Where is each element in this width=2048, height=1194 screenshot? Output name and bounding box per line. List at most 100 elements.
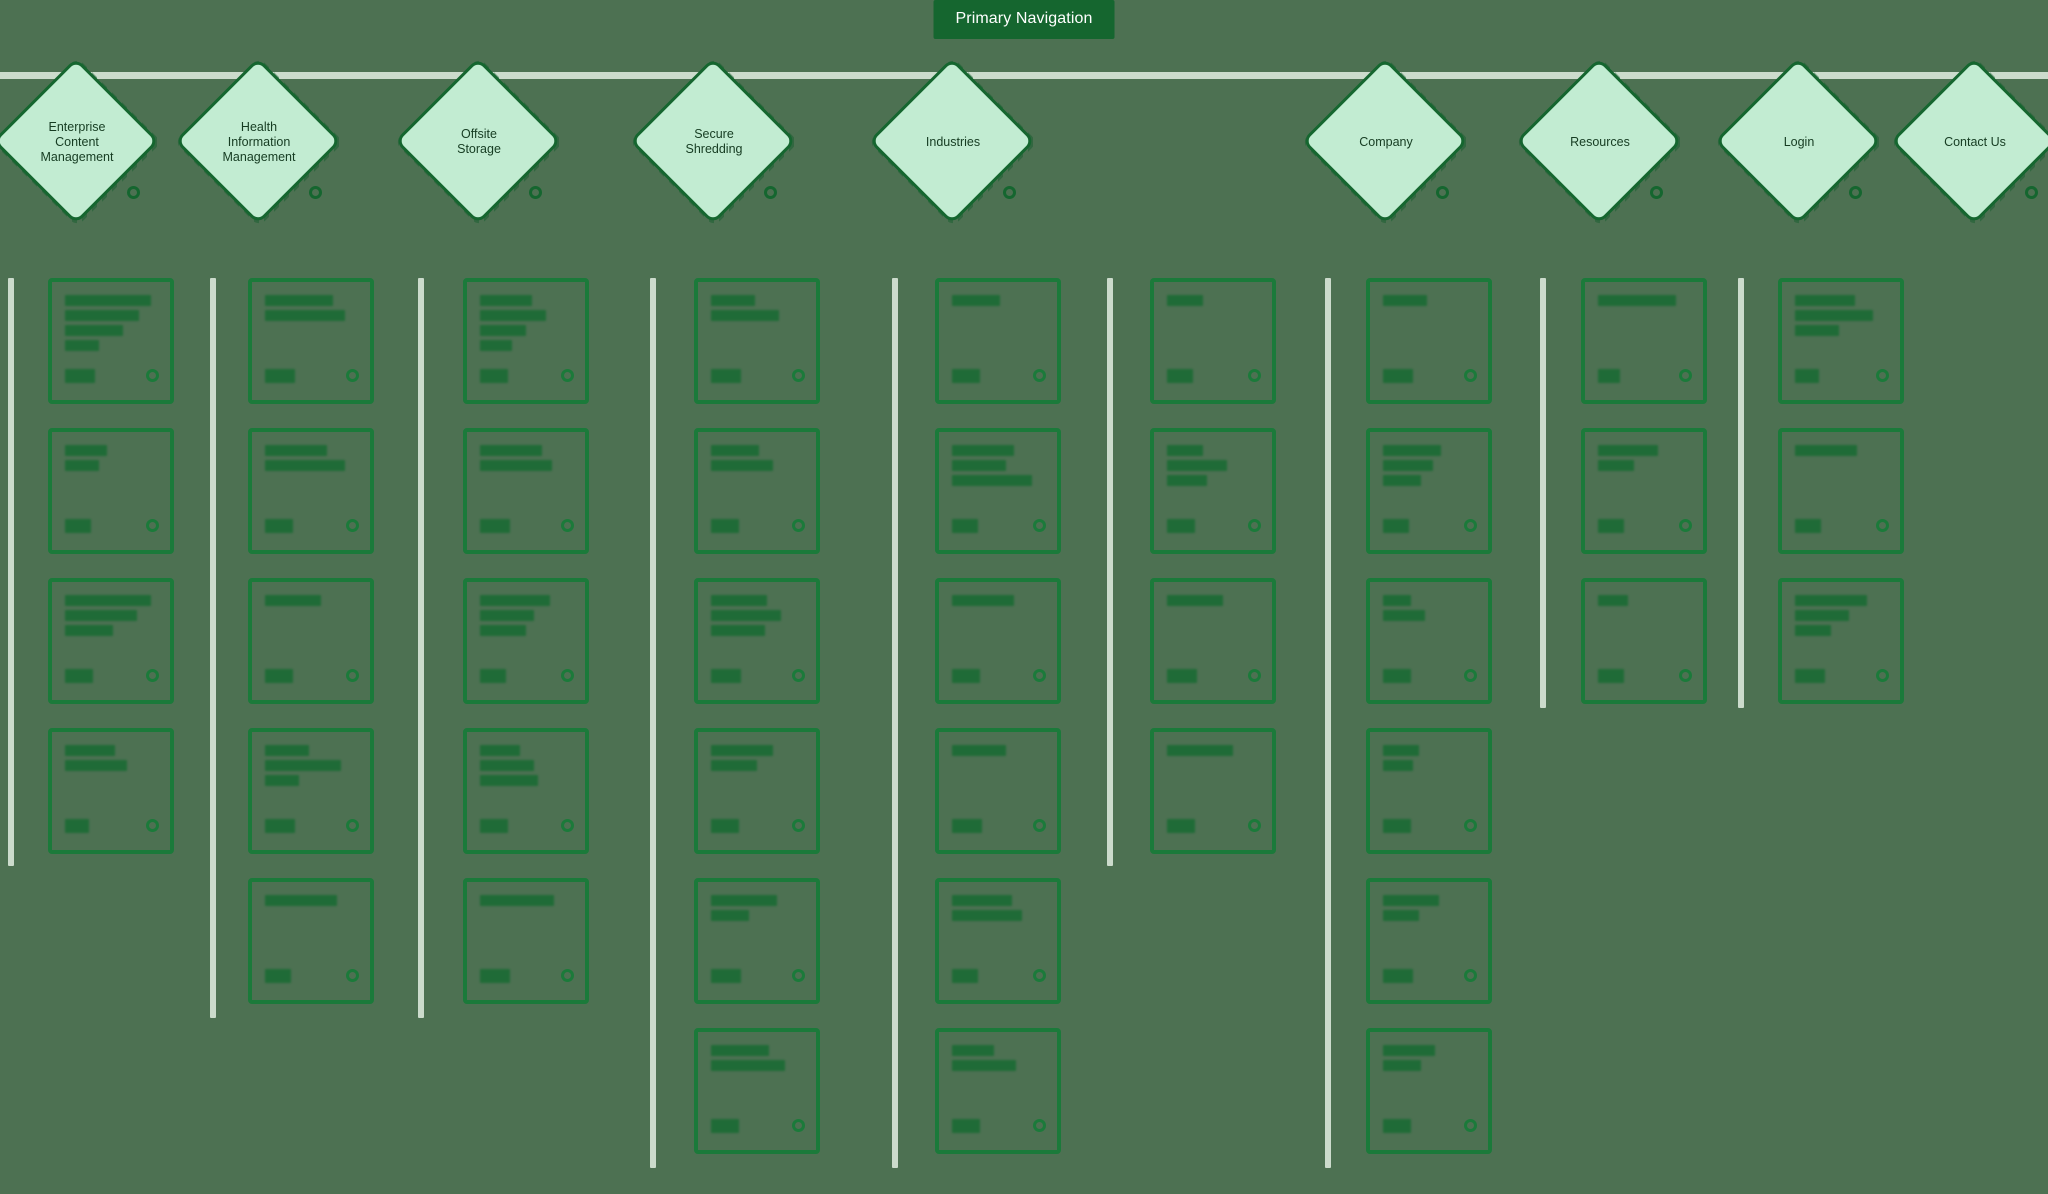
info-circle-icon[interactable] [146,369,159,382]
info-circle-icon[interactable] [1464,819,1477,832]
page-card[interactable] [248,578,374,704]
page-card[interactable] [463,878,589,1004]
nav-node-company[interactable]: Company [1301,57,1471,227]
page-card[interactable] [1581,278,1707,404]
info-circle-icon[interactable] [346,519,359,532]
nav-node-resources[interactable]: Resources [1515,57,1685,227]
info-circle-icon[interactable] [1248,369,1261,382]
info-circle-icon[interactable] [1876,669,1889,682]
info-circle-icon[interactable] [1464,969,1477,982]
info-circle-icon[interactable] [1003,186,1016,199]
page-card[interactable] [935,578,1061,704]
info-circle-icon[interactable] [1248,819,1261,832]
page-card[interactable] [1778,578,1904,704]
page-card[interactable] [1366,278,1492,404]
info-circle-icon[interactable] [127,186,140,199]
page-card[interactable] [694,578,820,704]
page-card[interactable] [1778,278,1904,404]
info-circle-icon[interactable] [346,969,359,982]
info-circle-icon[interactable] [1849,186,1862,199]
info-circle-icon[interactable] [792,969,805,982]
info-circle-icon[interactable] [1033,519,1046,532]
nav-node-him[interactable]: Health Information Management [174,57,344,227]
page-card[interactable] [1366,878,1492,1004]
page-card[interactable] [935,1028,1061,1154]
page-card[interactable] [248,878,374,1004]
info-circle-icon[interactable] [792,369,805,382]
page-card[interactable] [1150,278,1276,404]
info-circle-icon[interactable] [561,969,574,982]
page-card[interactable] [694,278,820,404]
nav-node-ecm[interactable]: Enterprise Content Management [0,57,162,227]
page-card[interactable] [1366,728,1492,854]
info-circle-icon[interactable] [1248,669,1261,682]
info-circle-icon[interactable] [1033,1119,1046,1132]
page-card[interactable] [463,278,589,404]
page-card[interactable] [48,278,174,404]
info-circle-icon[interactable] [1464,519,1477,532]
page-card[interactable] [1150,428,1276,554]
page-card[interactable] [248,728,374,854]
info-circle-icon[interactable] [1033,369,1046,382]
info-circle-icon[interactable] [764,186,777,199]
info-circle-icon[interactable] [309,186,322,199]
info-circle-icon[interactable] [1650,186,1663,199]
page-card[interactable] [694,878,820,1004]
page-card[interactable] [694,728,820,854]
page-card[interactable] [1150,728,1276,854]
info-circle-icon[interactable] [1033,669,1046,682]
page-card[interactable] [48,728,174,854]
page-card[interactable] [935,428,1061,554]
nav-node-industries[interactable]: Industries [868,57,1038,227]
info-circle-icon[interactable] [792,519,805,532]
info-circle-icon[interactable] [792,1119,805,1132]
page-card[interactable] [48,578,174,704]
page-card[interactable] [248,278,374,404]
page-card[interactable] [248,428,374,554]
info-circle-icon[interactable] [1679,519,1692,532]
info-circle-icon[interactable] [346,369,359,382]
info-circle-icon[interactable] [1876,519,1889,532]
page-card[interactable] [1581,578,1707,704]
page-card[interactable] [1366,578,1492,704]
page-card[interactable] [48,428,174,554]
info-circle-icon[interactable] [1679,669,1692,682]
nav-node-offsite[interactable]: Offsite Storage [394,57,564,227]
info-circle-icon[interactable] [1248,519,1261,532]
page-card[interactable] [1778,428,1904,554]
page-card[interactable] [1366,1028,1492,1154]
info-circle-icon[interactable] [1464,369,1477,382]
info-circle-icon[interactable] [346,669,359,682]
page-card[interactable] [935,278,1061,404]
info-circle-icon[interactable] [146,519,159,532]
page-card[interactable] [1581,428,1707,554]
page-card[interactable] [935,878,1061,1004]
info-circle-icon[interactable] [1033,819,1046,832]
page-card[interactable] [694,428,820,554]
info-circle-icon[interactable] [1033,969,1046,982]
info-circle-icon[interactable] [1876,369,1889,382]
page-card[interactable] [694,1028,820,1154]
page-card[interactable] [463,578,589,704]
info-circle-icon[interactable] [1679,369,1692,382]
nav-node-contact[interactable]: Contact Us [1890,57,2048,227]
info-circle-icon[interactable] [561,819,574,832]
page-card[interactable] [463,428,589,554]
nav-node-shredding[interactable]: Secure Shredding [629,57,799,227]
info-circle-icon[interactable] [1464,669,1477,682]
info-circle-icon[interactable] [346,819,359,832]
info-circle-icon[interactable] [146,819,159,832]
primary-navigation-badge[interactable]: Primary Navigation [933,0,1115,39]
info-circle-icon[interactable] [792,669,805,682]
nav-node-login[interactable]: Login [1714,57,1884,227]
info-circle-icon[interactable] [529,186,542,199]
info-circle-icon[interactable] [1464,1119,1477,1132]
info-circle-icon[interactable] [561,369,574,382]
info-circle-icon[interactable] [2025,186,2038,199]
info-circle-icon[interactable] [1436,186,1449,199]
page-card[interactable] [935,728,1061,854]
page-card[interactable] [463,728,589,854]
info-circle-icon[interactable] [561,519,574,532]
page-card[interactable] [1366,428,1492,554]
info-circle-icon[interactable] [792,819,805,832]
